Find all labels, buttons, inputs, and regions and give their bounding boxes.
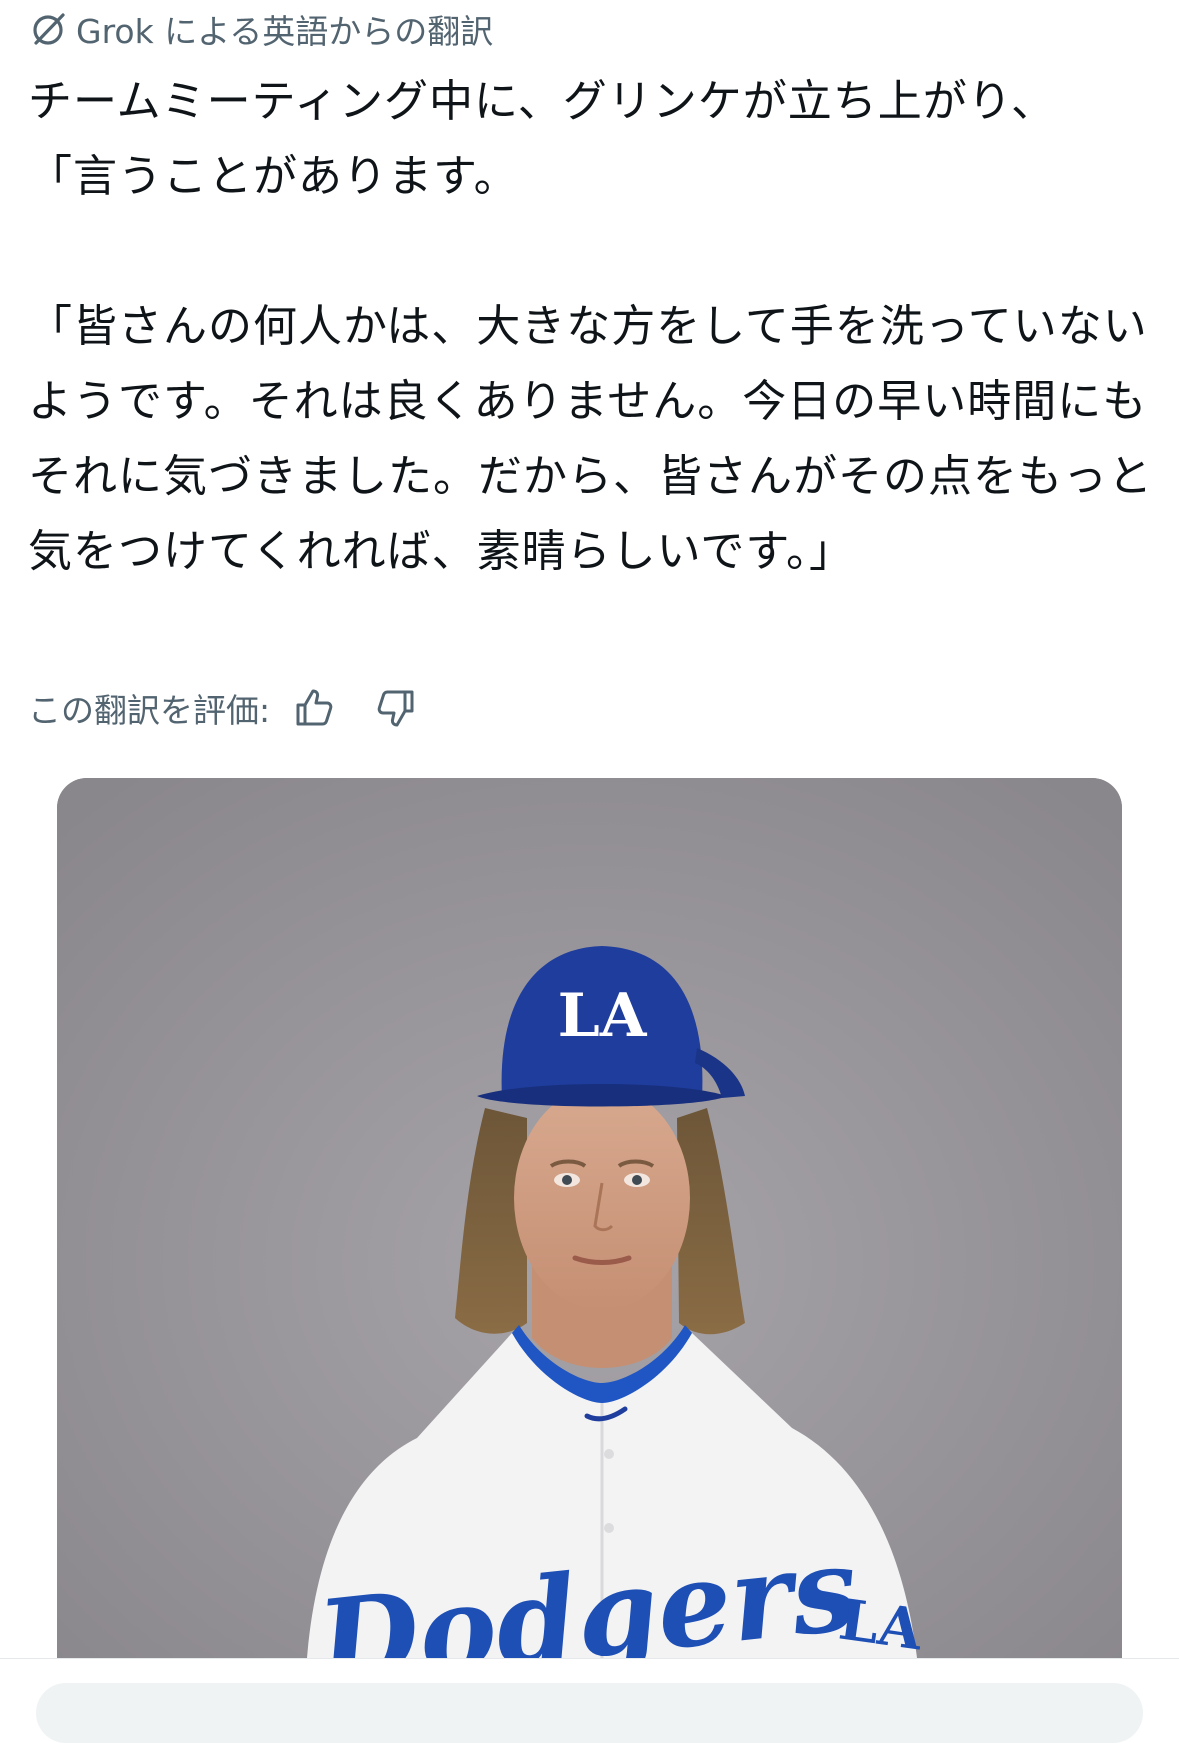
thumbs-down-icon[interactable]	[374, 686, 418, 730]
rate-translation-label: この翻訳を評価:	[28, 691, 271, 730]
grok-translation-label: Grok による英語からの翻訳	[76, 12, 494, 51]
translated-post-text: チームミーティング中に、グリンケが立ち上がり、 「言うことがあります。 「皆さん…	[28, 76, 1153, 577]
grok-translation-header[interactable]: Grok による英語からの翻訳	[28, 8, 494, 51]
reply-input-pill[interactable]	[36, 1683, 1143, 1743]
sleeve-logo: LA	[835, 1587, 928, 1658]
thumbs-up-icon[interactable]	[292, 686, 336, 730]
cap-logo: LA	[558, 981, 648, 1051]
player-face	[514, 1086, 690, 1310]
grok-icon	[28, 9, 68, 49]
post-media-photo[interactable]: LA Dodgers LA	[57, 778, 1122, 1658]
rate-translation-row: この翻訳を評価:	[28, 684, 418, 732]
